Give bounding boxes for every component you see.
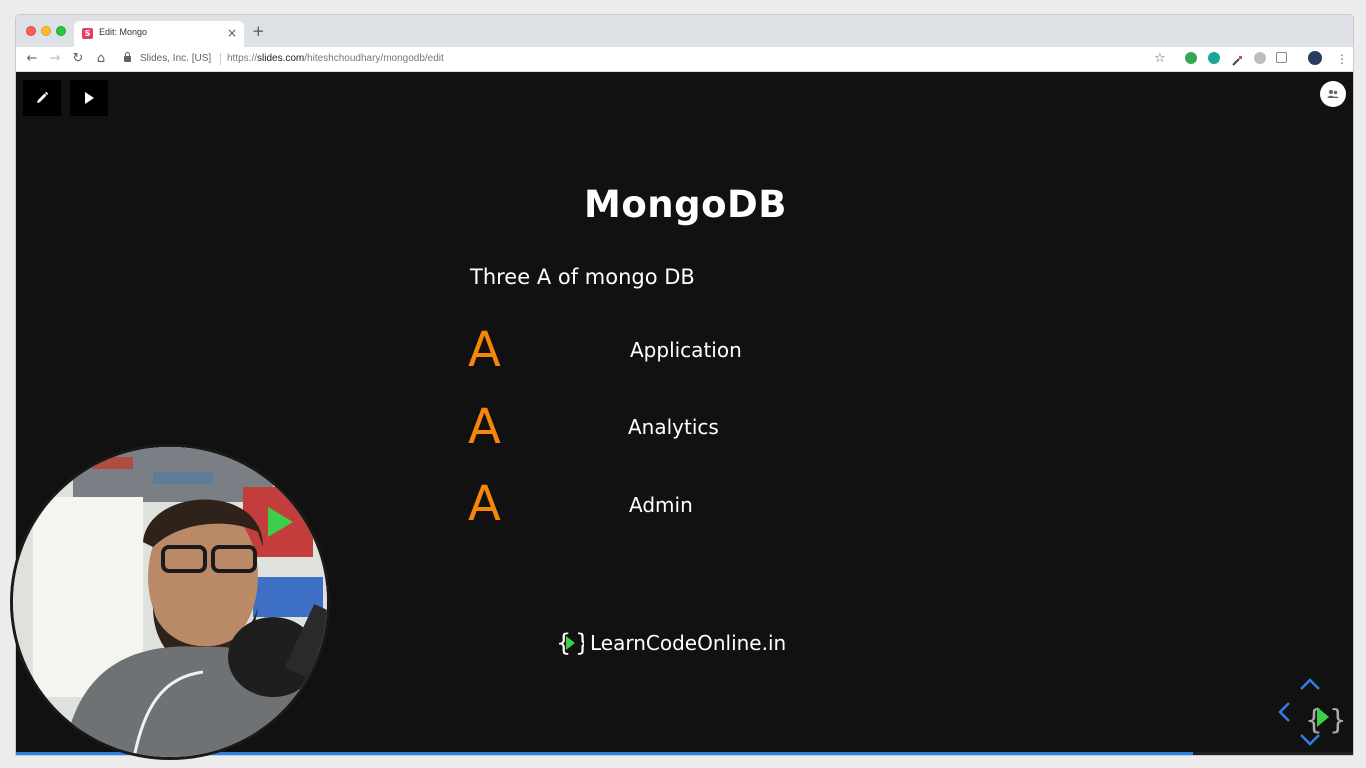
slide-navigation: { }	[1277, 677, 1347, 747]
close-window-button[interactable]	[26, 26, 36, 36]
item-letter-application[interactable]: A	[468, 322, 501, 378]
browser-tab[interactable]: S Edit: Mongo ×	[74, 21, 244, 47]
reload-button[interactable]: ↻	[70, 50, 86, 68]
url-separator	[220, 53, 221, 65]
lock-icon	[124, 52, 131, 62]
collaborators-button[interactable]	[1320, 81, 1346, 107]
slide-subtitle[interactable]: Three A of mongo DB	[470, 265, 695, 289]
item-label-admin[interactable]: Admin	[629, 493, 693, 517]
home-button[interactable]: ⌂	[93, 50, 109, 68]
browser-toolbar: ← → ↻ ⌂ Slides, Inc. [US] https://slides…	[16, 47, 1353, 72]
pencil-icon	[37, 91, 49, 103]
forward-button[interactable]: →	[47, 50, 63, 68]
url-path: /hiteshchoudhary/mongodb/edit	[304, 53, 444, 64]
extension-green-icon[interactable]	[1185, 52, 1197, 64]
address-bar[interactable]: Slides, Inc. [US] https://slides.com/hit…	[120, 49, 1155, 69]
play-icon	[85, 92, 94, 104]
presenter-webcam-overlay	[10, 444, 330, 760]
new-tab-button[interactable]: +	[252, 21, 265, 41]
brand-text: LearnCodeOnline.in	[590, 631, 787, 655]
slides-favicon-icon: S	[82, 28, 93, 39]
present-button[interactable]	[70, 80, 108, 116]
maximize-window-button[interactable]	[56, 26, 66, 36]
browser-menu-icon[interactable]: ⋮	[1336, 50, 1348, 68]
url-host: slides.com	[257, 53, 305, 64]
item-label-application[interactable]: Application	[630, 338, 742, 362]
item-label-analytics[interactable]: Analytics	[628, 415, 719, 439]
url-text[interactable]: https://slides.com/hiteshchoudhary/mongo…	[227, 53, 444, 64]
nav-left-arrow-icon	[1278, 702, 1290, 722]
svg-text:}: }	[1329, 703, 1343, 736]
learncodeonline-logo-icon: { }	[556, 628, 584, 658]
nav-up-arrow-icon	[1300, 678, 1320, 690]
minimize-window-button[interactable]	[41, 26, 51, 36]
svg-text:}: }	[575, 629, 584, 657]
url-scheme: https://	[227, 53, 258, 64]
nav-down-arrow-icon	[1300, 734, 1320, 746]
extension-gray-icon[interactable]	[1254, 52, 1266, 64]
back-button[interactable]: ←	[24, 50, 40, 68]
eyedropper-extension-icon[interactable]	[1231, 52, 1243, 66]
site-identity: Slides, Inc. [US]	[140, 53, 212, 64]
presenter-video-image	[13, 447, 327, 757]
slide-title[interactable]: MongoDB	[16, 183, 1353, 226]
item-letter-analytics[interactable]: A	[468, 399, 501, 455]
close-tab-icon[interactable]: ×	[227, 25, 237, 41]
edit-button[interactable]	[23, 80, 61, 116]
profile-avatar[interactable]	[1308, 51, 1322, 65]
tab-strip: S Edit: Mongo × +	[16, 15, 1353, 47]
bookmark-star-icon[interactable]: ☆	[1154, 50, 1166, 68]
item-letter-admin[interactable]: A	[468, 476, 501, 532]
brand-footer: { } LearnCodeOnline.in	[556, 628, 786, 658]
people-icon	[1327, 90, 1339, 98]
extension-teal-icon[interactable]	[1208, 52, 1220, 64]
tab-title: Edit: Mongo	[99, 27, 148, 37]
extension-square-icon[interactable]	[1276, 52, 1287, 63]
